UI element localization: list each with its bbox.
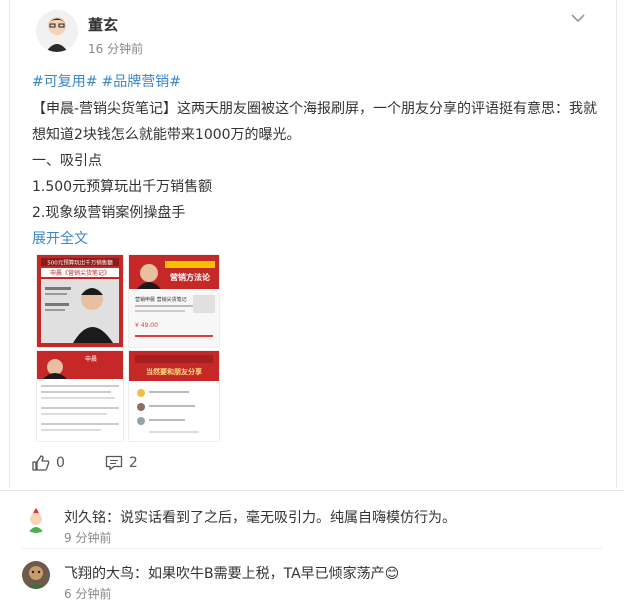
comment-button[interactable]: 2 (105, 455, 138, 471)
like-count: 0 (56, 455, 65, 471)
post-body-line: 2.现象级营销案例操盘手 (32, 205, 186, 221)
commenter-name[interactable]: 飞翔的大鸟 (64, 566, 134, 582)
post-image-3[interactable]: 申晨 (36, 350, 124, 442)
poster-headline: 当然要和朋友分享 (146, 367, 202, 376)
comment-divider (22, 548, 602, 549)
comment-text: 说实话看到了之后，毫无吸引力。纯属自嗨模仿行为。 (120, 510, 456, 526)
section-divider (0, 490, 624, 491)
post-image-4[interactable]: 当然要和朋友分享 (128, 350, 220, 442)
thumbs-up-icon (32, 455, 50, 471)
post-body-line: 【申晨-营销尖货笔记】这两天朋友圈被这个海报刷屏，一个朋友分享的评语挺有意思：我… (32, 101, 598, 117)
post-body-line: 一、吸引点 (32, 153, 102, 169)
comment-count: 2 (128, 455, 138, 471)
expand-full-text-link[interactable]: 展开全文 (32, 228, 88, 248)
comment-text: 如果吹牛B需要上税，TA早已倾家荡产 (148, 566, 385, 582)
post-actions: 0 2 (32, 455, 178, 471)
comment-time: 6 分钟前 (64, 587, 112, 601)
poster-banner: 申晨《营销尖货笔记》 (50, 269, 110, 277)
topic-tag-brand-marketing[interactable]: #品牌营销# (101, 74, 180, 90)
post-body-line: 1.500元预算玩出千万销售额 (32, 179, 213, 195)
commenter-name[interactable]: 刘久铭 (64, 510, 106, 526)
comment-icon (105, 455, 123, 471)
poster-price: ¥ 49.00 (135, 322, 158, 329)
commenter-avatar[interactable] (22, 505, 50, 533)
topic-tag-reusable[interactable]: #可复用# (32, 74, 97, 90)
post-body-line: 想知道2块钱怎么就能带来1000万的曝光。 (32, 127, 301, 143)
like-button[interactable]: 0 (32, 455, 65, 471)
post-time: 16 分钟前 (88, 42, 144, 56)
poster-author: 申晨 (85, 355, 97, 363)
chevron-down-icon[interactable] (570, 10, 586, 24)
post-body: 【申晨-营销尖货笔记】这两天朋友圈被这个海报刷屏，一个朋友分享的评语挺有意思：我… (32, 96, 612, 226)
poster-product-title: 营销申晨 营销尖货笔记 (135, 296, 187, 303)
commenter-avatar[interactable] (22, 561, 50, 589)
image-grid: 500元预算玩出千万销售额 申晨《营销尖货笔记》 营销方法论 营销申晨 营销尖货… (36, 254, 220, 442)
topic-tags: #可复用# #品牌营销# (32, 71, 185, 91)
user-avatar[interactable] (36, 10, 78, 52)
comment-line: 刘久铭：说实话看到了之后，毫无吸引力。纯属自嗨模仿行为。 (64, 507, 456, 527)
comment-separator: ： (106, 510, 120, 526)
post-image-2[interactable]: 营销方法论 营销申晨 营销尖货笔记 ¥ 49.00 (128, 254, 220, 348)
comment-time: 9 分钟前 (64, 531, 112, 545)
post-image-1[interactable]: 500元预算玩出千万销售额 申晨《营销尖货笔记》 (36, 254, 124, 348)
comment-separator: ： (134, 566, 148, 582)
post-username[interactable]: 董玄 (88, 14, 118, 35)
smile-emoji-icon: 😊 (384, 566, 400, 582)
poster-headline: 500元预算玩出千万销售额 (47, 259, 113, 267)
post-card: 董玄 16 分钟前 #可复用# #品牌营销# 【申晨-营销尖货笔记】这两天朋友圈被… (9, 0, 617, 488)
comment-line: 飞翔的大鸟：如果吹牛B需要上税，TA早已倾家荡产😊 (64, 563, 399, 583)
poster-headline: 营销方法论 (170, 272, 211, 282)
